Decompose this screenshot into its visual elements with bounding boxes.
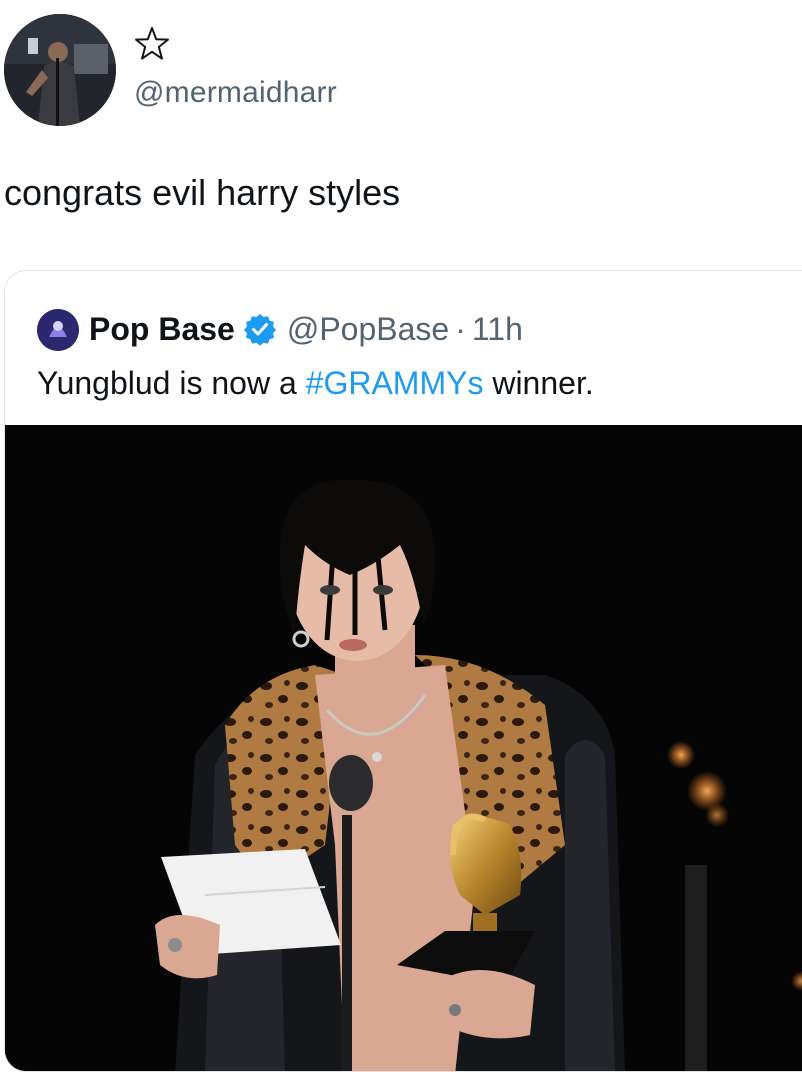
tweet-text: congrats evil harry styles: [4, 172, 401, 213]
quoted-author-row: Pop Base @PopBase · 11h: [89, 307, 523, 351]
verified-badge-icon: [243, 314, 276, 346]
quoted-author-handle[interactable]: @PopBase: [287, 311, 449, 348]
quoted-text-after: winner.: [483, 365, 594, 401]
author-handle[interactable]: @mermaidharr: [134, 76, 337, 110]
grammy-winner-photo: [5, 425, 802, 1071]
quoted-tweet-card[interactable]: Pop Base @PopBase · 11h Yungblud is now …: [4, 270, 802, 1072]
star-outline-icon[interactable]: [132, 24, 172, 64]
quoted-tweet-photo[interactable]: [5, 425, 802, 1071]
quoted-text-before: Yungblud is now a: [37, 365, 306, 401]
quoted-author-name[interactable]: Pop Base: [89, 311, 235, 348]
pop-base-logo: [37, 309, 79, 351]
quoted-author-avatar[interactable]: [37, 309, 79, 351]
quoted-tweet-text: Yungblud is now a #GRAMMYs winner.: [37, 365, 594, 402]
quoted-tweet-time[interactable]: 11h: [472, 311, 523, 348]
hashtag-link[interactable]: #GRAMMYs: [306, 365, 484, 401]
meta-separator: ·: [455, 310, 466, 347]
author-avatar-photo: [4, 14, 116, 126]
author-avatar[interactable]: [4, 14, 116, 126]
